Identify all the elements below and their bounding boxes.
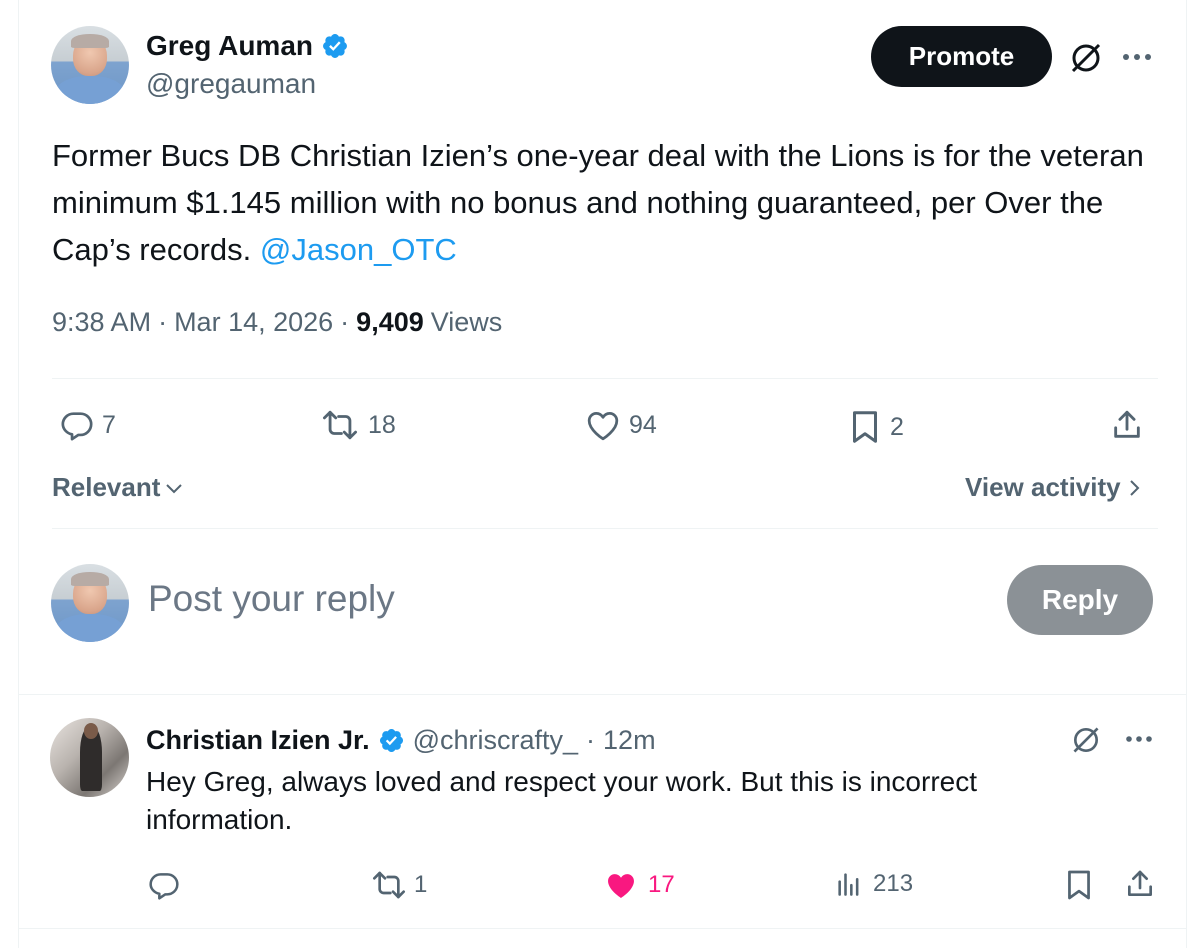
views-count: 9,409 — [356, 307, 424, 337]
reply-separator: · — [586, 724, 596, 755]
author-handle[interactable]: @gregauman — [146, 68, 316, 100]
sort-label: Relevant — [52, 472, 161, 502]
sort-dropdown[interactable]: Relevant — [52, 472, 186, 503]
author-name-row: Greg Auman — [146, 28, 349, 64]
share-icon[interactable] — [1124, 867, 1156, 901]
grok-icon[interactable] — [1068, 40, 1104, 76]
reply-like-action[interactable]: 17 — [604, 870, 675, 900]
reply-text: Hey Greg, always loved and respect your … — [146, 766, 978, 835]
post-time[interactable]: 9:38 AM — [52, 307, 151, 338]
verified-badge-icon — [378, 727, 405, 754]
bookmark-count: 2 — [890, 412, 904, 441]
share-icon[interactable] — [1110, 407, 1144, 443]
reply-like-count: 17 — [648, 871, 675, 898]
reply-button[interactable]: Reply — [1007, 565, 1153, 635]
post-date[interactable]: Mar 14, 2026 — [174, 307, 333, 338]
divider — [19, 694, 1186, 695]
like-count: 94 — [629, 410, 657, 439]
reply-author-avatar[interactable] — [50, 718, 129, 797]
author-avatar[interactable] — [51, 26, 129, 104]
more-icon[interactable] — [1120, 50, 1154, 64]
repost-action[interactable]: 18 — [320, 408, 396, 442]
heart-icon — [604, 870, 638, 900]
bookmark-icon — [848, 409, 882, 445]
more-icon[interactable] — [1124, 733, 1154, 745]
column-border-right — [1186, 0, 1187, 948]
composer-avatar[interactable] — [51, 564, 129, 642]
verified-badge-icon — [321, 32, 349, 60]
author-name[interactable]: Greg Auman — [146, 30, 313, 62]
chevron-down-icon — [162, 476, 186, 500]
mention-link[interactable]: @Jason_OTC — [260, 232, 457, 267]
grok-icon[interactable] — [1070, 724, 1102, 756]
post-text-body: Former Bucs DB Christian Izien’s one-yea… — [52, 138, 1144, 267]
reply-views-action[interactable]: 213 — [835, 869, 913, 899]
reply-count: 7 — [102, 410, 116, 439]
reply-repost-action[interactable]: 1 — [370, 869, 427, 901]
heart-icon — [585, 409, 621, 441]
chevron-right-icon — [1127, 476, 1143, 500]
bookmark-icon[interactable] — [1064, 868, 1094, 902]
reply-header: Christian Izien Jr. @chriscrafty_ · 12m — [146, 722, 656, 758]
repost-icon — [320, 408, 360, 442]
reply-author-name[interactable]: Christian Izien Jr. — [146, 725, 370, 756]
meta-separator: · — [158, 307, 168, 337]
view-activity-label: View activity — [965, 472, 1121, 502]
reply-repost-count: 1 — [414, 871, 428, 898]
divider — [52, 528, 1158, 529]
view-activity-link[interactable]: View activity — [965, 472, 1143, 503]
reply-icon[interactable] — [148, 869, 180, 901]
divider — [19, 928, 1186, 929]
promote-button[interactable]: Promote — [871, 26, 1052, 87]
reply-icon — [60, 408, 94, 442]
like-action[interactable]: 94 — [585, 409, 657, 441]
reply-author-handle[interactable]: @chriscrafty_ — [413, 725, 578, 756]
reply-age[interactable]: 12m — [603, 725, 656, 756]
meta-separator: · — [340, 307, 350, 337]
analytics-icon — [835, 869, 863, 899]
reply-views-count: 213 — [873, 870, 914, 897]
repost-icon — [370, 869, 408, 901]
reply-action[interactable]: 7 — [60, 408, 116, 442]
divider — [52, 378, 1158, 379]
post-meta: 9:38 AM · Mar 14, 2026 · 9,409 Views — [52, 307, 502, 338]
repost-count: 18 — [368, 410, 396, 439]
post-text: Former Bucs DB Christian Izien’s one-yea… — [52, 132, 1162, 273]
column-border-left — [18, 0, 19, 948]
bookmark-action[interactable]: 2 — [848, 409, 904, 445]
reply-input[interactable]: Post your reply — [148, 578, 948, 620]
views-label: Views — [430, 307, 503, 337]
